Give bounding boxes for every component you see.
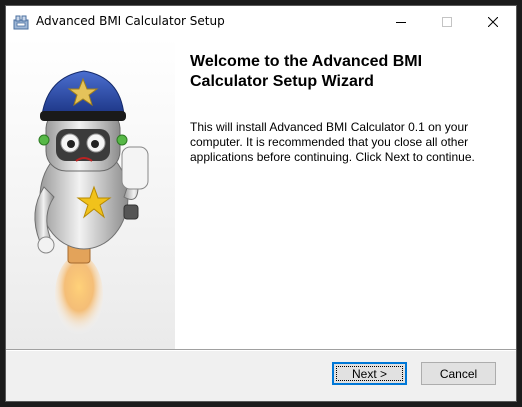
footer-divider-highlight [6,350,516,351]
wizard-side-panel [6,37,175,349]
wizard-content: Welcome to the Advanced BMI Calculator S… [6,37,516,349]
robot-police-mascot-image [34,70,149,335]
wizard-heading: Welcome to the Advanced BMI Calculator S… [190,53,423,90]
minimize-button[interactable] [378,6,424,37]
minimize-icon [396,21,406,23]
wizard-description: This will install Advanced BMI Calculato… [190,120,475,164]
setup-window: Advanced BMI Calculator Setup Welcome to… [5,5,517,402]
window-title: Advanced BMI Calculator Setup [36,14,225,28]
focus-ring [336,366,403,381]
next-button[interactable]: Next > [332,362,407,385]
close-button[interactable] [470,6,516,37]
close-icon [488,16,498,27]
installer-icon [13,15,29,30]
cancel-button[interactable]: Cancel [421,362,496,385]
maximize-button[interactable] [424,6,470,37]
cancel-button-label: Cancel [439,366,478,381]
title-bar[interactable]: Advanced BMI Calculator Setup [6,6,516,37]
maximize-icon [442,16,452,27]
